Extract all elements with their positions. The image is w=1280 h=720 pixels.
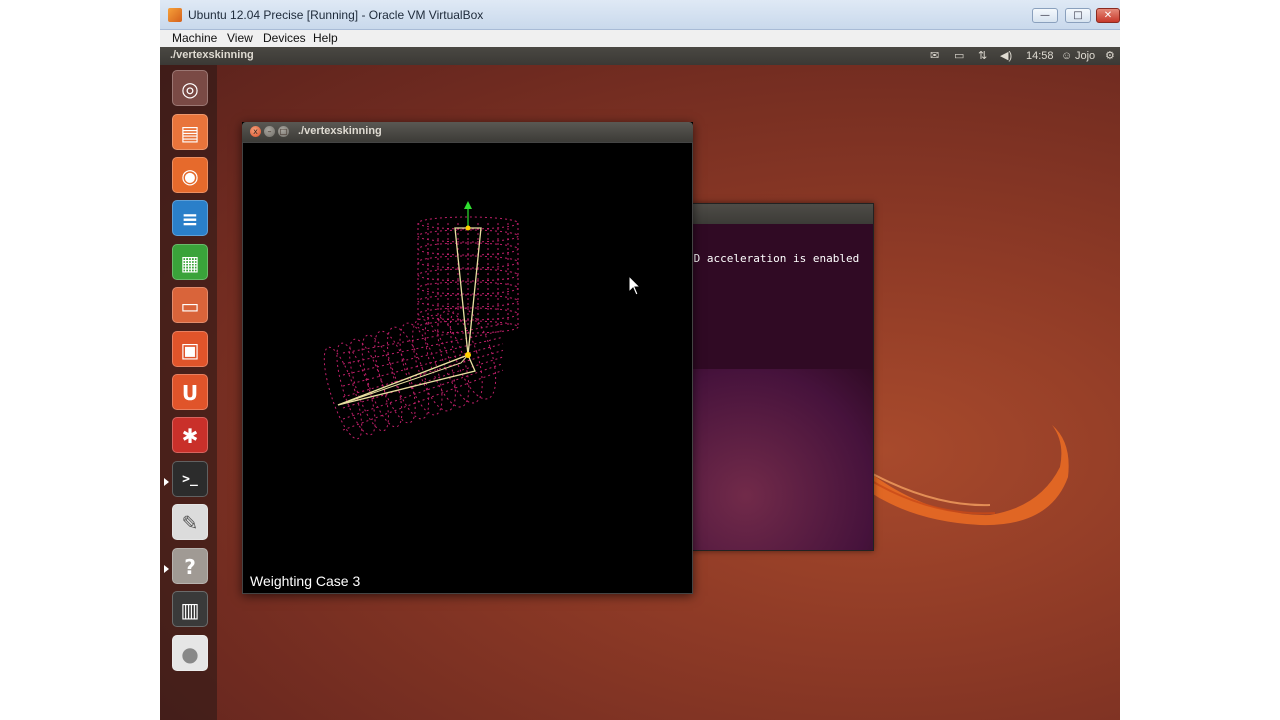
minimize-button[interactable]: — xyxy=(1032,8,1058,23)
firefox-icon: ◉ xyxy=(181,164,199,188)
launcher-files[interactable]: ▤ xyxy=(172,114,208,150)
launcher-terminal[interactable]: >_ xyxy=(172,461,208,497)
launcher-workspace-switcher[interactable]: ▥ xyxy=(172,591,208,627)
launcher-ubuntu-one[interactable]: U xyxy=(172,374,208,410)
menu-machine[interactable]: Machine xyxy=(172,30,217,47)
mail-icon[interactable]: ✉ xyxy=(930,49,939,63)
mouse-pointer-icon xyxy=(628,275,642,296)
dash-home-icon: ◎ xyxy=(181,77,199,101)
software-center-icon: ▣ xyxy=(180,338,200,362)
running-indicator-app xyxy=(164,565,169,573)
skinned-mesh-render xyxy=(323,201,519,440)
clock[interactable]: 14:58 xyxy=(1026,49,1054,63)
terminal-titlebar[interactable] xyxy=(691,204,873,224)
workspace-switcher-icon: ▥ xyxy=(180,598,200,622)
menu-help[interactable]: Help xyxy=(313,30,338,47)
network-icon[interactable]: ⇅ xyxy=(978,49,987,63)
virtualbox-menubar: Machine View Devices Help xyxy=(160,30,1120,47)
terminal-output-line: 3D acceleration is enabled xyxy=(690,252,860,265)
user-icon: ☺ xyxy=(1061,50,1073,62)
launcher-software-center[interactable]: ▣ xyxy=(172,331,208,367)
files-icon: ▤ xyxy=(180,121,200,145)
text-editor-icon: ✎ xyxy=(181,511,199,535)
launcher-calc[interactable]: ▦ xyxy=(172,244,208,280)
guest-desktop[interactable]: ./vertexskinning ✉ ▭ ⇅ ◀) 14:58 ☺ Jojo ⚙… xyxy=(160,47,1120,720)
gl-close-button[interactable]: x xyxy=(250,126,261,137)
maximize-button[interactable]: □ xyxy=(1065,8,1091,23)
terminal-background-art xyxy=(691,369,873,550)
screen: Ubuntu 12.04 Precise [Running] - Oracle … xyxy=(0,0,1280,720)
gl-window-title: ./vertexskinning xyxy=(298,125,382,137)
ubuntu-one-icon: U xyxy=(181,381,199,405)
terminal-icon: >_ xyxy=(182,472,198,487)
dvd-icon: ● xyxy=(181,642,199,666)
impress-icon: ▭ xyxy=(180,294,200,318)
writer-icon: ≡ xyxy=(181,207,199,231)
unity-launcher: ◎ ▤ ◉ ≡ ▦ ▭ ▣ U ✱ >_ ✎ ? ▥ ● xyxy=(160,65,217,720)
help-icon: ? xyxy=(184,555,196,579)
system-settings-icon: ✱ xyxy=(181,424,199,448)
weighting-case-caption: Weighting Case 3 xyxy=(250,573,361,589)
launcher-impress[interactable]: ▭ xyxy=(172,287,208,323)
terminal-window[interactable]: 3D acceleration is enabled xyxy=(690,203,874,551)
gl-maximize-button[interactable]: □ xyxy=(278,126,289,137)
volume-icon[interactable]: ◀) xyxy=(1000,49,1012,63)
battery-icon[interactable]: ▭ xyxy=(954,49,964,63)
close-button[interactable]: ✕ xyxy=(1096,8,1120,23)
vertexskinning-window[interactable]: x – □ ./vertexskinning Weighting Case 3 xyxy=(242,122,693,594)
gl-minimize-button[interactable]: – xyxy=(264,126,275,137)
panel-app-title: ./vertexskinning xyxy=(170,49,254,61)
launcher-firefox[interactable]: ◉ xyxy=(172,157,208,193)
menu-view[interactable]: View xyxy=(227,30,253,47)
calc-icon: ▦ xyxy=(180,251,200,275)
gl-window-titlebar[interactable]: x – □ ./vertexskinning xyxy=(242,122,693,142)
launcher-system-settings[interactable]: ✱ xyxy=(172,417,208,453)
ubuntu-top-panel: ./vertexskinning ✉ ▭ ⇅ ◀) 14:58 ☺ Jojo ⚙ xyxy=(160,47,1120,65)
gl-render-canvas[interactable]: Weighting Case 3 xyxy=(242,142,693,594)
launcher-dvd-drive[interactable]: ● xyxy=(172,635,208,671)
virtualbox-window-title: Ubuntu 12.04 Precise [Running] - Oracle … xyxy=(188,8,484,22)
launcher-text-editor[interactable]: ✎ xyxy=(172,504,208,540)
launcher-dash-home[interactable]: ◎ xyxy=(172,70,208,106)
host-background-left xyxy=(0,0,160,720)
running-indicator-terminal xyxy=(164,478,169,486)
settings-icon[interactable]: ⚙ xyxy=(1105,49,1115,63)
virtualbox-app-icon xyxy=(168,8,182,22)
user-name[interactable]: Jojo xyxy=(1075,49,1095,63)
launcher-writer[interactable]: ≡ xyxy=(172,200,208,236)
virtualbox-titlebar[interactable]: Ubuntu 12.04 Precise [Running] - Oracle … xyxy=(160,0,1120,30)
menu-devices[interactable]: Devices xyxy=(263,30,306,47)
host-background-right xyxy=(1120,0,1280,720)
launcher-help[interactable]: ? xyxy=(172,548,208,584)
